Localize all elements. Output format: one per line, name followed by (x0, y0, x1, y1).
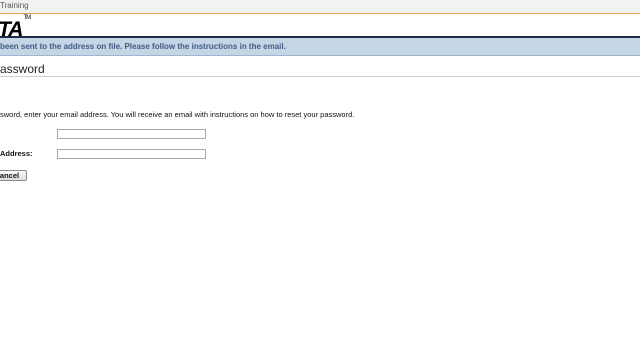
notification-banner: been sent to the address on file. Please… (0, 38, 640, 56)
cancel-button[interactable]: ancel (0, 170, 27, 181)
instructions-text: sword, enter your email address. You wil… (0, 110, 355, 119)
email-label: Address: (0, 149, 33, 158)
trademark-mark: TM (23, 15, 31, 21)
notification-message: been sent to the address on file. Please… (0, 42, 286, 51)
header: TATM (0, 14, 640, 41)
top-bar-text: Training (0, 1, 29, 10)
title-divider (0, 76, 640, 77)
username-input[interactable] (57, 129, 206, 139)
top-bar: Training (0, 0, 640, 14)
page-title: assword (0, 62, 45, 76)
email-input[interactable] (57, 149, 206, 159)
